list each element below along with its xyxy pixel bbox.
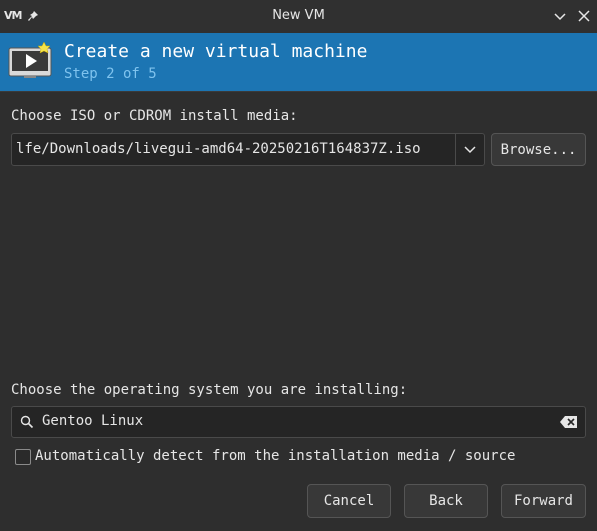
wizard-header: Create a new virtual machine Step 2 of 5 <box>0 33 597 92</box>
cancel-button[interactable]: Cancel <box>307 484 391 518</box>
os-label: Choose the operating system you are inst… <box>11 382 408 398</box>
os-search-input[interactable]: Gentoo Linux <box>42 413 143 429</box>
search-icon <box>20 415 34 429</box>
auto-detect-checkbox[interactable] <box>15 449 31 465</box>
chevron-down-icon <box>554 13 566 21</box>
clear-icon[interactable] <box>560 415 578 429</box>
wizard-step: Step 2 of 5 <box>64 66 157 82</box>
back-button[interactable]: Back <box>404 484 488 518</box>
forward-button[interactable]: Forward <box>501 484 586 518</box>
minimize-button[interactable] <box>552 8 568 24</box>
wizard-title: Create a new virtual machine <box>64 41 368 62</box>
close-icon <box>578 10 590 22</box>
install-media-combo[interactable]: lfe/Downloads/livegui-amd64-20250216T164… <box>11 133 485 166</box>
close-button[interactable] <box>576 8 592 24</box>
install-media-input[interactable]: lfe/Downloads/livegui-amd64-20250216T164… <box>16 141 456 157</box>
install-media-label: Choose ISO or CDROM install media: <box>11 108 298 124</box>
title-bar: VM New VM <box>0 0 597 34</box>
window-title: New VM <box>272 8 325 23</box>
chevron-down-icon <box>464 145 476 153</box>
install-media-dropdown-button[interactable] <box>455 134 484 165</box>
auto-detect-label[interactable]: Automatically detect from the installati… <box>35 448 515 464</box>
monitor-play-icon <box>8 41 52 78</box>
browse-button[interactable]: Browse... <box>491 133 586 166</box>
os-search-field[interactable]: Gentoo Linux <box>11 406 586 438</box>
